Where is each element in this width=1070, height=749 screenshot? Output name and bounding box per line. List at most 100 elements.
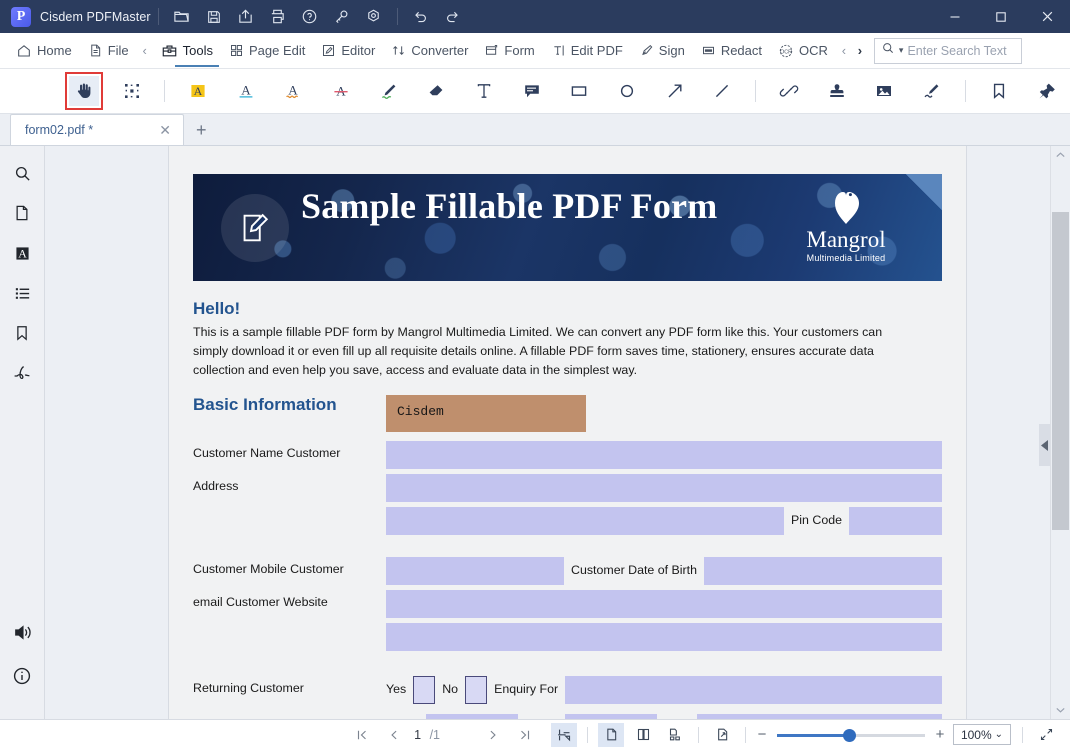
search-panel-icon[interactable]	[7, 158, 37, 188]
pencil-draw-tool[interactable]	[374, 76, 404, 106]
key-icon[interactable]	[329, 4, 355, 30]
prev-page-icon[interactable]	[381, 723, 407, 747]
enquiry-for-field[interactable]	[565, 675, 942, 704]
text-box-tool[interactable]	[469, 76, 499, 106]
link-tool[interactable]	[774, 76, 804, 106]
maximize-button[interactable]	[978, 0, 1024, 33]
fit-page-icon[interactable]	[551, 722, 577, 747]
image-tool[interactable]	[870, 76, 900, 106]
squiggly-underline-tool[interactable]: A	[279, 76, 309, 106]
undo-icon[interactable]	[408, 4, 434, 30]
customer-name-input[interactable]: Cisdem	[386, 394, 586, 432]
strikethrough-text-tool[interactable]: A	[326, 76, 356, 106]
menu-item-tools[interactable]: Tools	[153, 33, 221, 69]
settings-icon[interactable]	[361, 4, 387, 30]
yes-label: Yes	[386, 681, 407, 696]
address-field-line1[interactable]	[386, 473, 942, 502]
vertical-scrollbar[interactable]	[1050, 146, 1070, 719]
first-page-icon[interactable]	[349, 723, 375, 747]
pdf-intro-section: Hello! This is a sample fillable PDF for…	[169, 281, 966, 381]
sticky-note-tool[interactable]	[517, 76, 547, 106]
eraser-tool[interactable]	[422, 76, 452, 106]
returning-no-checkbox[interactable]	[465, 675, 488, 704]
customer-website-field[interactable]	[386, 622, 942, 651]
info-icon[interactable]	[7, 661, 37, 691]
outline-panel-icon[interactable]	[7, 278, 37, 308]
menu-item-sign[interactable]: Sign	[631, 33, 693, 69]
close-button[interactable]	[1024, 0, 1070, 33]
menu-item-edit-pdf[interactable]: Edit PDF	[543, 33, 631, 69]
bookmark-tool[interactable]	[984, 76, 1014, 106]
menu-scroll-prev[interactable]: ‹	[137, 33, 153, 69]
date-of-birth-field[interactable]	[704, 556, 942, 585]
menu-item-redact[interactable]: Redact	[693, 33, 770, 69]
continuous-view-icon[interactable]	[662, 723, 688, 747]
pin-code-field[interactable]	[849, 506, 942, 535]
scrollbar-thumb[interactable]	[1051, 212, 1069, 530]
part1-field[interactable]	[426, 713, 519, 719]
read-aloud-icon[interactable]	[7, 617, 37, 647]
search-dropdown-caret[interactable]: ▾	[899, 45, 904, 56]
thumbnails-panel-icon[interactable]	[7, 198, 37, 228]
save-icon[interactable]	[201, 4, 227, 30]
menu-scroll-left[interactable]: ‹	[836, 33, 852, 69]
scroll-down-arrow[interactable]	[1051, 701, 1070, 719]
open-folder-icon[interactable]	[169, 4, 195, 30]
two-page-view-icon[interactable]	[630, 723, 656, 747]
stamp-tool[interactable]	[822, 76, 852, 106]
crop-page-icon[interactable]	[709, 723, 735, 747]
total-field[interactable]: 0.00	[697, 713, 942, 719]
customer-mobile-field[interactable]	[386, 556, 564, 585]
single-page-view-icon[interactable]	[598, 722, 624, 747]
search-input[interactable]: ▾ Enter Search Text	[873, 37, 1022, 64]
fullscreen-icon[interactable]	[1033, 723, 1059, 747]
close-icon[interactable]: ✕	[157, 122, 173, 139]
zoom-slider[interactable]	[777, 728, 925, 742]
svg-text:A: A	[289, 82, 299, 97]
last-page-icon[interactable]	[512, 723, 538, 747]
zoom-out-button[interactable]: −	[753, 726, 771, 743]
zoom-in-button[interactable]: +	[931, 726, 949, 743]
returning-yes-checkbox[interactable]	[413, 675, 436, 704]
hand-tool[interactable]	[65, 72, 103, 110]
address-field-line2[interactable]	[386, 506, 785, 535]
menu-item-ocr[interactable]: OCR OCR	[770, 33, 836, 69]
signatures-panel-icon[interactable]	[7, 358, 37, 388]
menu-item-converter[interactable]: Converter	[383, 33, 476, 69]
scroll-up-arrow[interactable]	[1051, 146, 1070, 164]
redo-icon[interactable]	[440, 4, 466, 30]
collapse-right-panel-handle[interactable]	[1039, 424, 1050, 466]
arrow-tool[interactable]	[660, 76, 690, 106]
ellipse-tool[interactable]	[612, 76, 642, 106]
next-page-icon[interactable]	[480, 723, 506, 747]
signature-tool[interactable]	[917, 76, 947, 106]
minimize-button[interactable]	[932, 0, 978, 33]
pdf-viewer[interactable]: Sample Fillable PDF Form Mangrol Multime…	[45, 146, 1070, 719]
part2-field[interactable]	[565, 713, 658, 719]
select-area-tool[interactable]	[117, 76, 147, 106]
page-number-input[interactable]: 1	[410, 728, 426, 742]
zoom-level-select[interactable]: 100% ⌄	[953, 724, 1011, 745]
bookmarks-panel-icon[interactable]	[7, 318, 37, 348]
underline-text-tool[interactable]: A	[231, 76, 261, 106]
menu-item-page-edit[interactable]: Page Edit	[221, 33, 313, 69]
print-icon[interactable]	[265, 4, 291, 30]
pin-tool[interactable]	[1031, 76, 1061, 106]
menu-item-editor[interactable]: Editor	[313, 33, 383, 69]
highlight-text-tool[interactable]: A	[183, 76, 213, 106]
line-tool[interactable]	[708, 76, 738, 106]
annotations-panel-icon[interactable]: A	[7, 238, 37, 268]
document-tab[interactable]: form02.pdf * ✕	[10, 114, 184, 145]
menu-item-form[interactable]: Form	[476, 33, 542, 69]
menu-item-home[interactable]: Home	[8, 33, 80, 69]
share-icon[interactable]	[233, 4, 259, 30]
menu-scroll-next[interactable]: ›	[852, 33, 868, 69]
help-icon[interactable]	[297, 4, 323, 30]
menu-item-file[interactable]: File	[80, 33, 137, 69]
customer-email-field[interactable]	[386, 589, 942, 618]
zoom-slider-thumb[interactable]	[843, 728, 856, 742]
customer-name-field[interactable]	[386, 440, 942, 469]
rectangle-tool[interactable]	[565, 76, 595, 106]
new-tab-button[interactable]: +	[196, 120, 207, 145]
scrollbar-track[interactable]	[1051, 164, 1070, 701]
